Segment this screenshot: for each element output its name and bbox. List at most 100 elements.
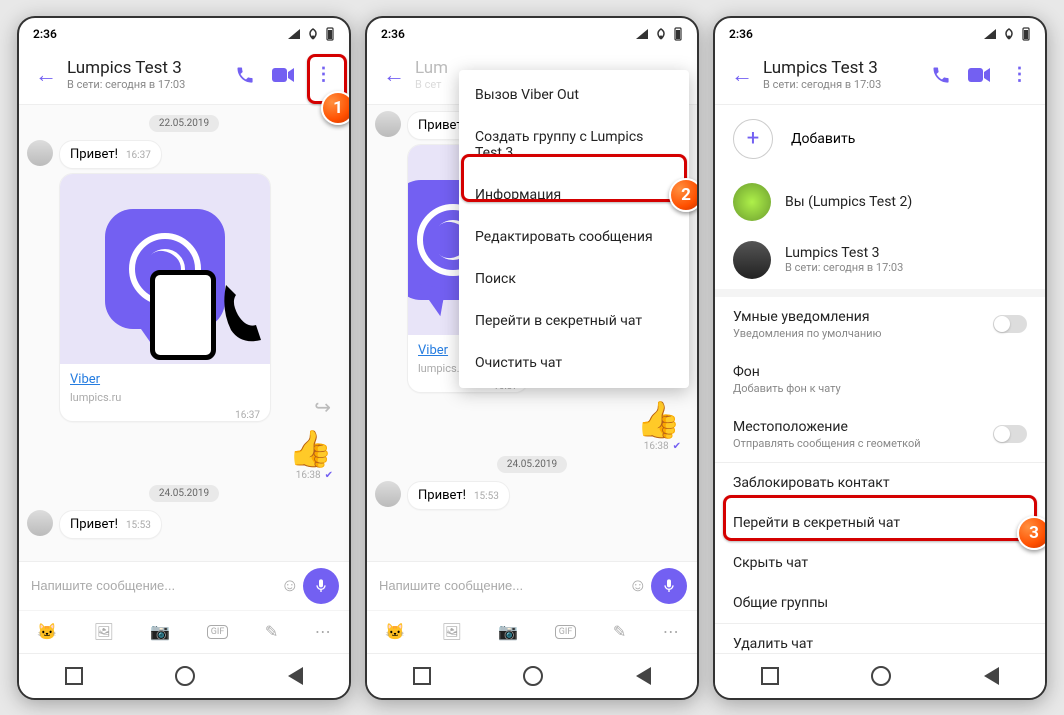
toggle-switch[interactable] <box>993 425 1027 443</box>
message-input[interactable] <box>29 577 277 594</box>
nav-back-icon[interactable] <box>288 667 303 685</box>
date-separator: 24.05.2019 <box>149 485 219 502</box>
menu-search[interactable]: Поиск <box>459 258 689 300</box>
doodle-icon[interactable]: ✎ <box>265 622 278 641</box>
setting-secret-chat[interactable]: Перейти в секретный чат <box>715 503 1045 543</box>
back-icon[interactable]: ← <box>27 54 65 96</box>
context-menu: Вызов Viber Out Создать группу с Lumpics… <box>459 70 689 388</box>
preview-link[interactable]: Viber <box>70 372 100 387</box>
avatar[interactable] <box>375 111 401 137</box>
avatar <box>733 183 771 221</box>
chat-status: В сети: сегодня в 17:03 <box>763 78 931 91</box>
message-time: 15:53 <box>474 491 499 502</box>
member-contact[interactable]: Lumpics Test 3 В сети: сегодня в 17:03 <box>715 231 1045 289</box>
chat-title-block[interactable]: Lumpics Test 3 В сети: сегодня в 17:03 <box>763 58 931 91</box>
android-nav-bar <box>715 653 1045 698</box>
setting-block[interactable]: Заблокировать контакт <box>715 463 1045 503</box>
menu-clear-chat[interactable]: Очистить чат <box>459 342 689 384</box>
nav-back-icon[interactable] <box>984 667 999 685</box>
menu-create-group[interactable]: Создать группу с Lumpics Test 3 <box>459 116 689 174</box>
toggle-switch[interactable] <box>993 315 1027 333</box>
more-icon[interactable]: ⋯ <box>315 622 331 641</box>
back-icon[interactable]: ← <box>723 54 761 96</box>
avatar[interactable] <box>27 510 53 536</box>
sticker-time: 16:38 <box>296 470 321 481</box>
more-icon[interactable]: ⋯ <box>663 622 679 641</box>
emoji-icon[interactable]: ☺ <box>281 575 299 596</box>
status-icons <box>635 27 683 41</box>
nav-back-icon[interactable] <box>636 667 651 685</box>
more-menu-icon[interactable]: ⋮ <box>1007 63 1031 87</box>
nav-recent-icon[interactable] <box>65 667 83 685</box>
message-input-bar: ☺ <box>19 561 349 610</box>
preview-source: lumpics.ru <box>70 391 260 404</box>
preview-time: 16:37 <box>235 410 260 421</box>
more-menu-icon[interactable]: ⋮ <box>311 63 335 87</box>
camera-icon[interactable]: 📷 <box>150 622 170 641</box>
doodle-icon[interactable]: ✎ <box>613 622 626 641</box>
step-badge-1: 1 <box>321 91 351 125</box>
call-icon[interactable] <box>235 65 255 85</box>
android-nav-bar <box>19 653 349 698</box>
preview-link[interactable]: Viber <box>418 343 448 358</box>
phone-screen-1: 2:36 ← Lumpics Test 3 В сети: сегодня в … <box>17 16 351 700</box>
message-bubble[interactable]: Привет! 15:53 <box>59 510 162 539</box>
step-badge-3: 3 <box>1017 516 1047 550</box>
setting-hide-chat[interactable]: Скрыть чат <box>715 543 1045 583</box>
setting-label: Фон <box>733 364 841 380</box>
chat-title-block[interactable]: Lumpics Test 3 В сети: сегодня в 17:03 <box>67 58 235 91</box>
nav-home-icon[interactable] <box>175 666 195 686</box>
setting-location[interactable]: Местоположение Отправлять сообщения с ге… <box>715 407 1045 462</box>
gallery-icon[interactable]: 🖼 <box>94 622 114 641</box>
header-actions: ⋮ <box>235 63 341 87</box>
chat-body: 22.05.2019 Привет! 16:37 Viber lumpics.r… <box>19 105 349 561</box>
call-icon[interactable] <box>931 65 951 85</box>
step-badge-2: 2 <box>669 178 699 212</box>
menu-viber-out[interactable]: Вызов Viber Out <box>459 74 689 116</box>
message-row: Привет! 15:53 <box>27 510 341 539</box>
member-status: В сети: сегодня в 17:03 <box>785 261 903 274</box>
setting-label: Общие группы <box>733 595 828 611</box>
message-bubble[interactable]: Привет! 16:37 <box>59 140 162 169</box>
gif-icon[interactable]: GIF <box>555 625 577 639</box>
thumbs-up-icon: 👍 <box>636 399 681 441</box>
menu-secret-chat[interactable]: Перейти в секретный чат <box>459 300 689 342</box>
back-icon[interactable]: ← <box>375 54 413 96</box>
gif-icon[interactable]: GIF <box>207 625 229 639</box>
date-separator: 24.05.2019 <box>497 456 567 473</box>
message-text: Привет! <box>70 517 118 532</box>
outgoing-sticker[interactable]: 👍 16:38 ✔ <box>375 399 681 452</box>
nav-recent-icon[interactable] <box>413 667 431 685</box>
sticker-icon[interactable]: 🐱 <box>385 622 405 641</box>
setting-delete-chat[interactable]: Удалить чат <box>715 624 1045 653</box>
avatar[interactable] <box>375 481 401 507</box>
share-icon[interactable]: ↪ <box>314 395 331 419</box>
video-icon[interactable] <box>967 66 991 84</box>
nav-home-icon[interactable] <box>871 666 891 686</box>
menu-information[interactable]: Информация <box>459 174 689 216</box>
message-input[interactable] <box>377 577 625 594</box>
setting-common-groups[interactable]: Общие группы <box>715 583 1045 623</box>
sticker-icon[interactable]: 🐱 <box>37 622 57 641</box>
menu-edit-messages[interactable]: Редактировать сообщения <box>459 216 689 258</box>
setting-background[interactable]: Фон Добавить фон к чату <box>715 352 1045 407</box>
mic-button[interactable] <box>651 568 687 604</box>
member-you[interactable]: Вы (Lumpics Test 2) <box>715 173 1045 231</box>
avatar[interactable] <box>27 140 53 166</box>
info-header: ← Lumpics Test 3 В сети: сегодня в 17:03… <box>715 46 1045 105</box>
camera-icon[interactable]: 📷 <box>498 622 518 641</box>
add-member-row[interactable]: + Добавить <box>715 105 1045 173</box>
video-icon[interactable] <box>271 66 295 84</box>
setting-smart-notifications[interactable]: Умные уведомления Уведомления по умолчан… <box>715 297 1045 352</box>
gallery-icon[interactable]: 🖼 <box>442 622 462 641</box>
emoji-icon[interactable]: ☺ <box>629 575 647 596</box>
link-preview-card[interactable]: Viber lumpics.ru 16:37 <box>59 173 271 422</box>
chat-status: В сети: сегодня в 17:03 <box>67 78 235 91</box>
message-row: Привет! 15:53 <box>375 481 689 510</box>
mic-button[interactable] <box>303 568 339 604</box>
add-icon: + <box>733 119 773 159</box>
nav-home-icon[interactable] <box>523 666 543 686</box>
nav-recent-icon[interactable] <box>761 667 779 685</box>
message-bubble[interactable]: Привет! 15:53 <box>407 481 510 510</box>
outgoing-sticker[interactable]: 👍 16:38 ✔ <box>27 428 333 481</box>
